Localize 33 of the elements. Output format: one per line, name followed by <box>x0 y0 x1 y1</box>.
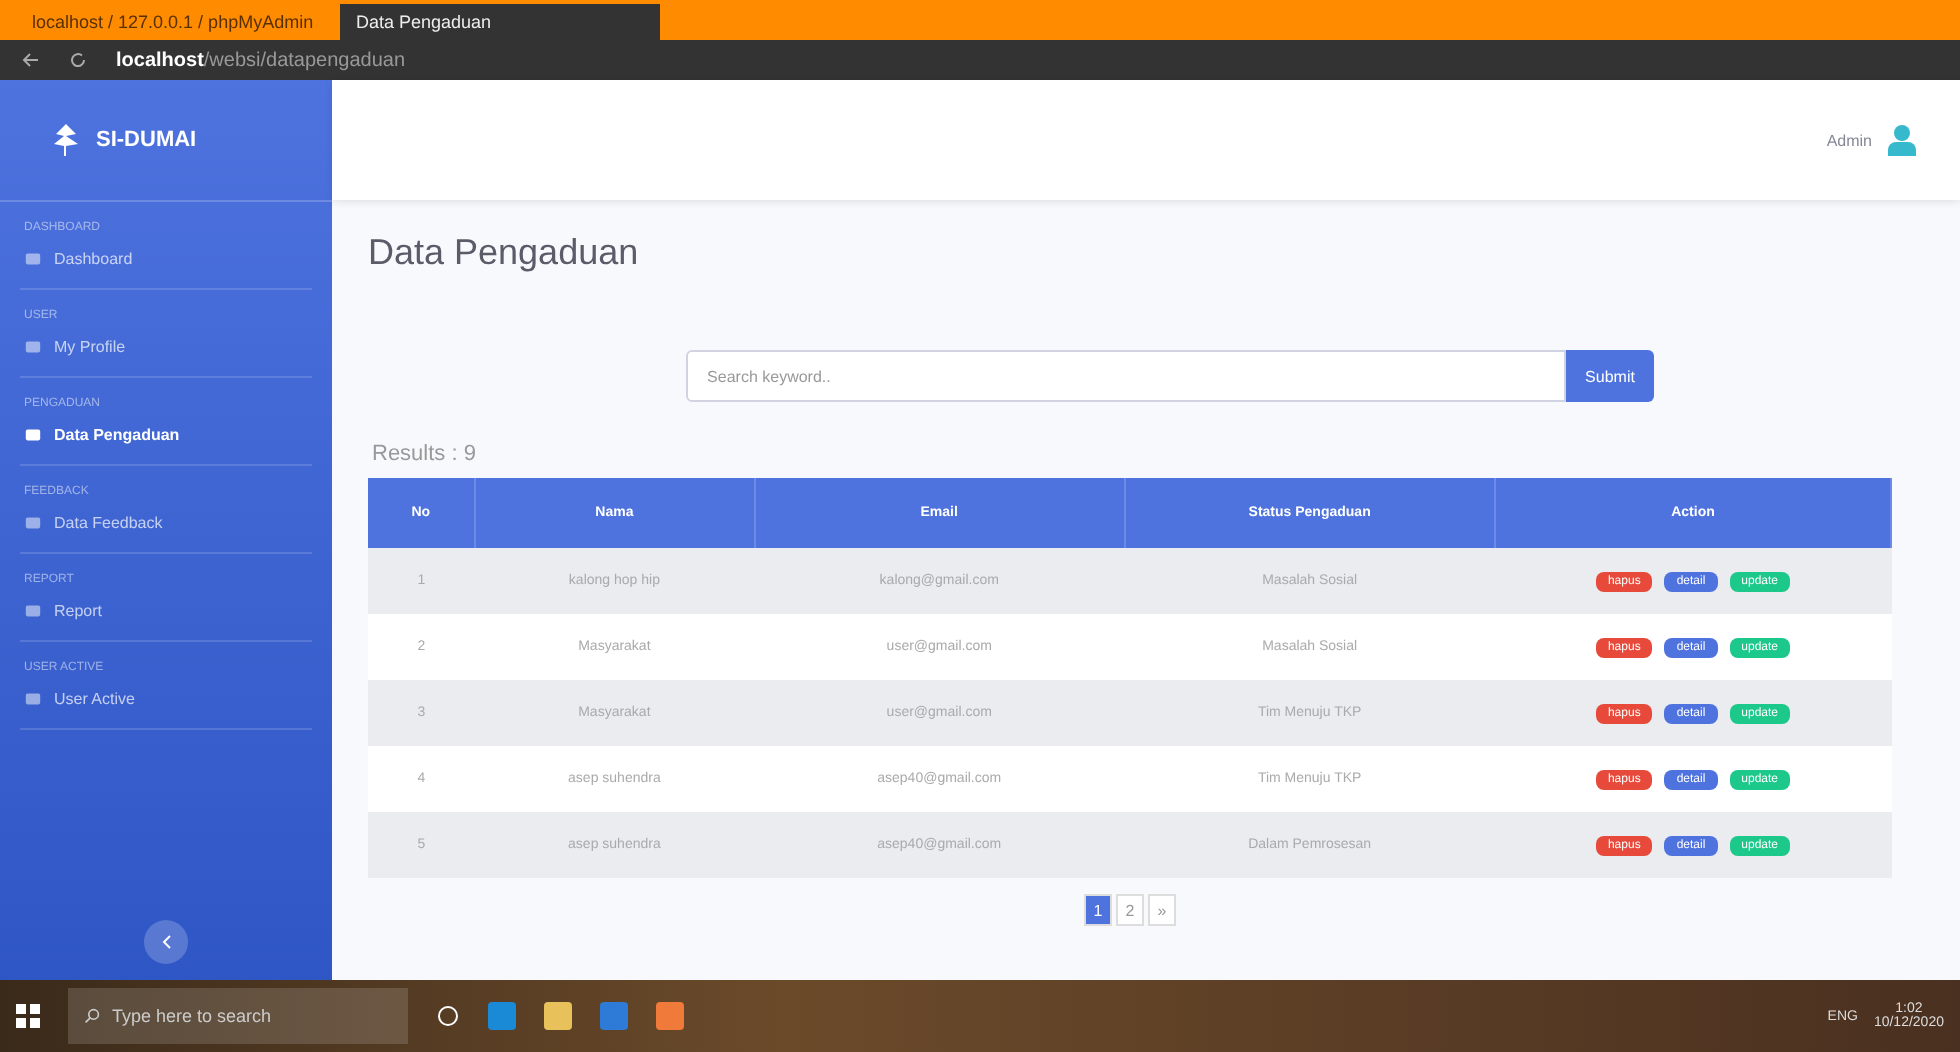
back-arrow-icon[interactable] <box>20 50 40 70</box>
menu-item-icon <box>24 602 42 620</box>
windows-start-icon[interactable] <box>16 1004 40 1028</box>
page-link[interactable]: 1 <box>1084 894 1112 926</box>
submit-button[interactable]: Submit <box>1565 350 1655 402</box>
menu-item-icon <box>24 426 42 444</box>
search-field[interactable]: Search keyword.. <box>685 350 1566 402</box>
page-link[interactable]: » <box>1148 894 1176 926</box>
brand-name: SI-DUMAI <box>96 128 197 152</box>
menu-item-icon <box>24 338 42 356</box>
user-name[interactable]: Admin <box>1826 131 1872 149</box>
browser-tab[interactable]: localhost / 127.0.0.1 / phpMyAdmin <box>16 4 336 40</box>
reload-icon[interactable] <box>68 50 88 70</box>
sidebar-toggle[interactable] <box>144 920 188 964</box>
menu-item-icon <box>24 514 42 532</box>
user-avatar-icon[interactable] <box>1888 124 1916 156</box>
sidebar-item[interactable]: Dashboard <box>20 238 312 290</box>
taskbar-app-icon[interactable] <box>436 1004 460 1028</box>
address-bar[interactable]: localhost/websi/datapengaduan <box>116 49 406 71</box>
sidebar-item[interactable]: Data Feedback <box>20 502 312 554</box>
menu-item-icon <box>24 250 42 268</box>
sidebar-item[interactable]: User Active <box>20 678 312 730</box>
sidebar-item[interactable]: Report <box>20 590 312 642</box>
sidebar-item[interactable]: Data Pengaduan <box>20 414 312 466</box>
chevron-left-icon <box>160 934 172 950</box>
page-link[interactable]: 2 <box>1116 894 1144 926</box>
browser-tab[interactable]: Data Pengaduan <box>340 4 660 40</box>
menu-item-icon <box>24 690 42 708</box>
sidebar-item[interactable]: My Profile <box>20 326 312 378</box>
results-count: Results : 9 <box>372 442 478 466</box>
search-icon <box>84 1008 100 1024</box>
taskbar-search-field[interactable]: Type here to search <box>68 988 408 1044</box>
page-title: Data Pengaduan <box>368 232 641 274</box>
